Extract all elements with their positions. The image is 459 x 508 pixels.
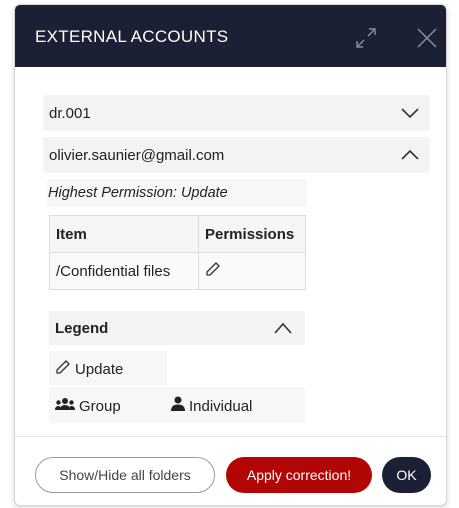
external-accounts-dialog: EXTERNAL ACCOUNTS dr.001 olivier.saunier…: [14, 4, 447, 506]
permissions-table: Item Permissions /Confidential files: [49, 215, 306, 290]
person-icon: [171, 396, 185, 416]
chevron-up-icon[interactable]: [400, 147, 420, 163]
highest-permission-text: Highest Permission: Update: [48, 185, 228, 201]
highest-permission: Highest Permission: Update: [47, 179, 307, 207]
legend-title: Legend: [55, 320, 109, 337]
legend-row: Update: [49, 351, 167, 385]
permission-cell: [198, 252, 306, 290]
dialog-body: dr.001 olivier.saunier@gmail.com Highest…: [15, 67, 446, 437]
account-row-dr001[interactable]: dr.001: [43, 95, 430, 131]
group-icon: [55, 396, 75, 416]
chevron-down-icon[interactable]: [400, 105, 420, 121]
ok-button[interactable]: OK: [382, 457, 431, 493]
account-row-olivier[interactable]: olivier.saunier@gmail.com: [43, 137, 430, 173]
close-icon[interactable]: [416, 27, 438, 49]
legend-label: Individual: [189, 397, 253, 415]
chevron-up-icon[interactable]: [273, 321, 293, 335]
account-name: dr.001: [49, 105, 91, 122]
pencil-icon: [205, 262, 221, 281]
dialog-footer: Show/Hide all folders Apply correction! …: [15, 436, 446, 505]
pencil-icon: [55, 359, 71, 379]
legend-item-update: Update: [55, 359, 123, 379]
table-row: /Confidential files: [49, 252, 306, 290]
dialog-title: EXTERNAL ACCOUNTS: [35, 27, 229, 46]
legend-label: Group: [79, 397, 121, 415]
table-header-row: Item Permissions: [49, 215, 306, 253]
apply-correction-button[interactable]: Apply correction!: [226, 457, 372, 493]
legend-label: Update: [75, 360, 124, 378]
item-cell: /Confidential files: [49, 252, 199, 290]
show-hide-folders-button[interactable]: Show/Hide all folders: [35, 457, 215, 493]
account-name: olivier.saunier@gmail.com: [49, 147, 225, 164]
legend-item-individual: Individual: [171, 396, 252, 416]
column-header-permissions: Permissions: [198, 215, 306, 253]
dialog-header: EXTERNAL ACCOUNTS: [15, 5, 446, 67]
legend-header[interactable]: Legend: [49, 311, 305, 345]
legend-row: Group Individual: [49, 387, 305, 423]
legend-item-group: Group: [55, 396, 121, 416]
column-header-item: Item: [49, 215, 199, 253]
expand-icon[interactable]: [353, 25, 379, 51]
